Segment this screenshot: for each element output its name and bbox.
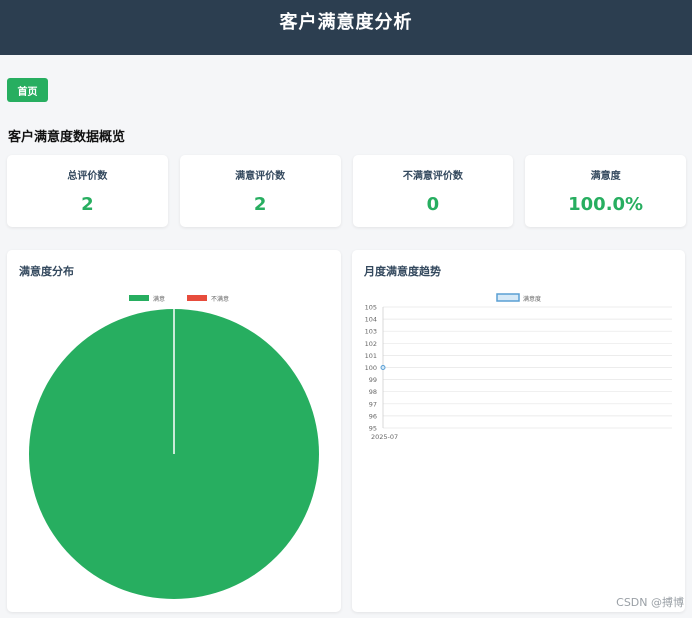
data-point xyxy=(380,365,386,370)
stats-cards: 总评价数 2 满意评价数 2 不满意评价数 0 满意度 100.0% xyxy=(7,155,686,227)
y-tick-label: 101 xyxy=(365,352,377,360)
legend-swatch xyxy=(187,295,207,301)
stat-card-total: 总评价数 2 xyxy=(7,155,168,227)
legend-swatch xyxy=(129,295,149,301)
y-tick-label: 105 xyxy=(365,304,377,312)
line-panel-title: 月度满意度趋势 xyxy=(364,265,441,278)
line-chart-panel: 满意度 105 104 103 102 101 100 99 98 97 96 95 2025-07 月… xyxy=(352,250,685,612)
overview-title: 客户满意度数据概览 xyxy=(8,130,126,145)
y-tick-label: 104 xyxy=(365,316,377,324)
watermark: CSDN @搏博 xyxy=(616,596,684,609)
y-tick-label: 97 xyxy=(369,400,377,408)
app-header: 客户满意度分析 xyxy=(0,0,692,55)
stat-value: 0 xyxy=(426,194,440,215)
legend-label: 满意 xyxy=(153,295,165,303)
stat-label: 满意度 xyxy=(590,171,621,182)
pie-chart: 满意 不满意 xyxy=(29,295,319,599)
stat-label: 不满意评价数 xyxy=(402,171,463,182)
stat-card-unsatisfied: 不满意评价数 0 xyxy=(352,155,514,227)
y-tick-label: 99 xyxy=(369,376,377,384)
stat-label: 总评价数 xyxy=(67,171,108,182)
stat-value: 2 xyxy=(253,194,267,215)
y-tick-label: 103 xyxy=(365,328,377,336)
legend-swatch xyxy=(496,293,520,302)
legend-label: 满意度 xyxy=(523,295,541,303)
y-tick-label: 96 xyxy=(369,412,377,420)
y-tick-label: 100 xyxy=(365,364,377,372)
stat-value: 100.0% xyxy=(568,194,644,215)
stat-value: 2 xyxy=(81,194,94,215)
x-tick-label: 2025-07 xyxy=(371,433,398,441)
stat-card-rate: 满意度 100.0% xyxy=(525,155,686,227)
page-title: 客户满意度分析 xyxy=(279,12,413,33)
y-tick-label: 98 xyxy=(369,388,377,396)
home-button[interactable]: 首页 xyxy=(7,78,48,102)
line-chart: 满意度 105 104 103 102 101 100 99 98 97 96 952025-07 xyxy=(365,293,672,441)
pie-chart-panel: 满意 不满意 满意度分布 xyxy=(7,250,341,612)
y-tick-label: 102 xyxy=(365,340,377,348)
y-tick-label: 95 xyxy=(369,425,377,433)
stat-label: 满意评价数 xyxy=(235,171,286,182)
pie-panel-title: 满意度分布 xyxy=(19,265,74,278)
stat-card-satisfied: 满意评价数 2 xyxy=(179,155,341,227)
legend-label: 不满意 xyxy=(211,295,229,303)
